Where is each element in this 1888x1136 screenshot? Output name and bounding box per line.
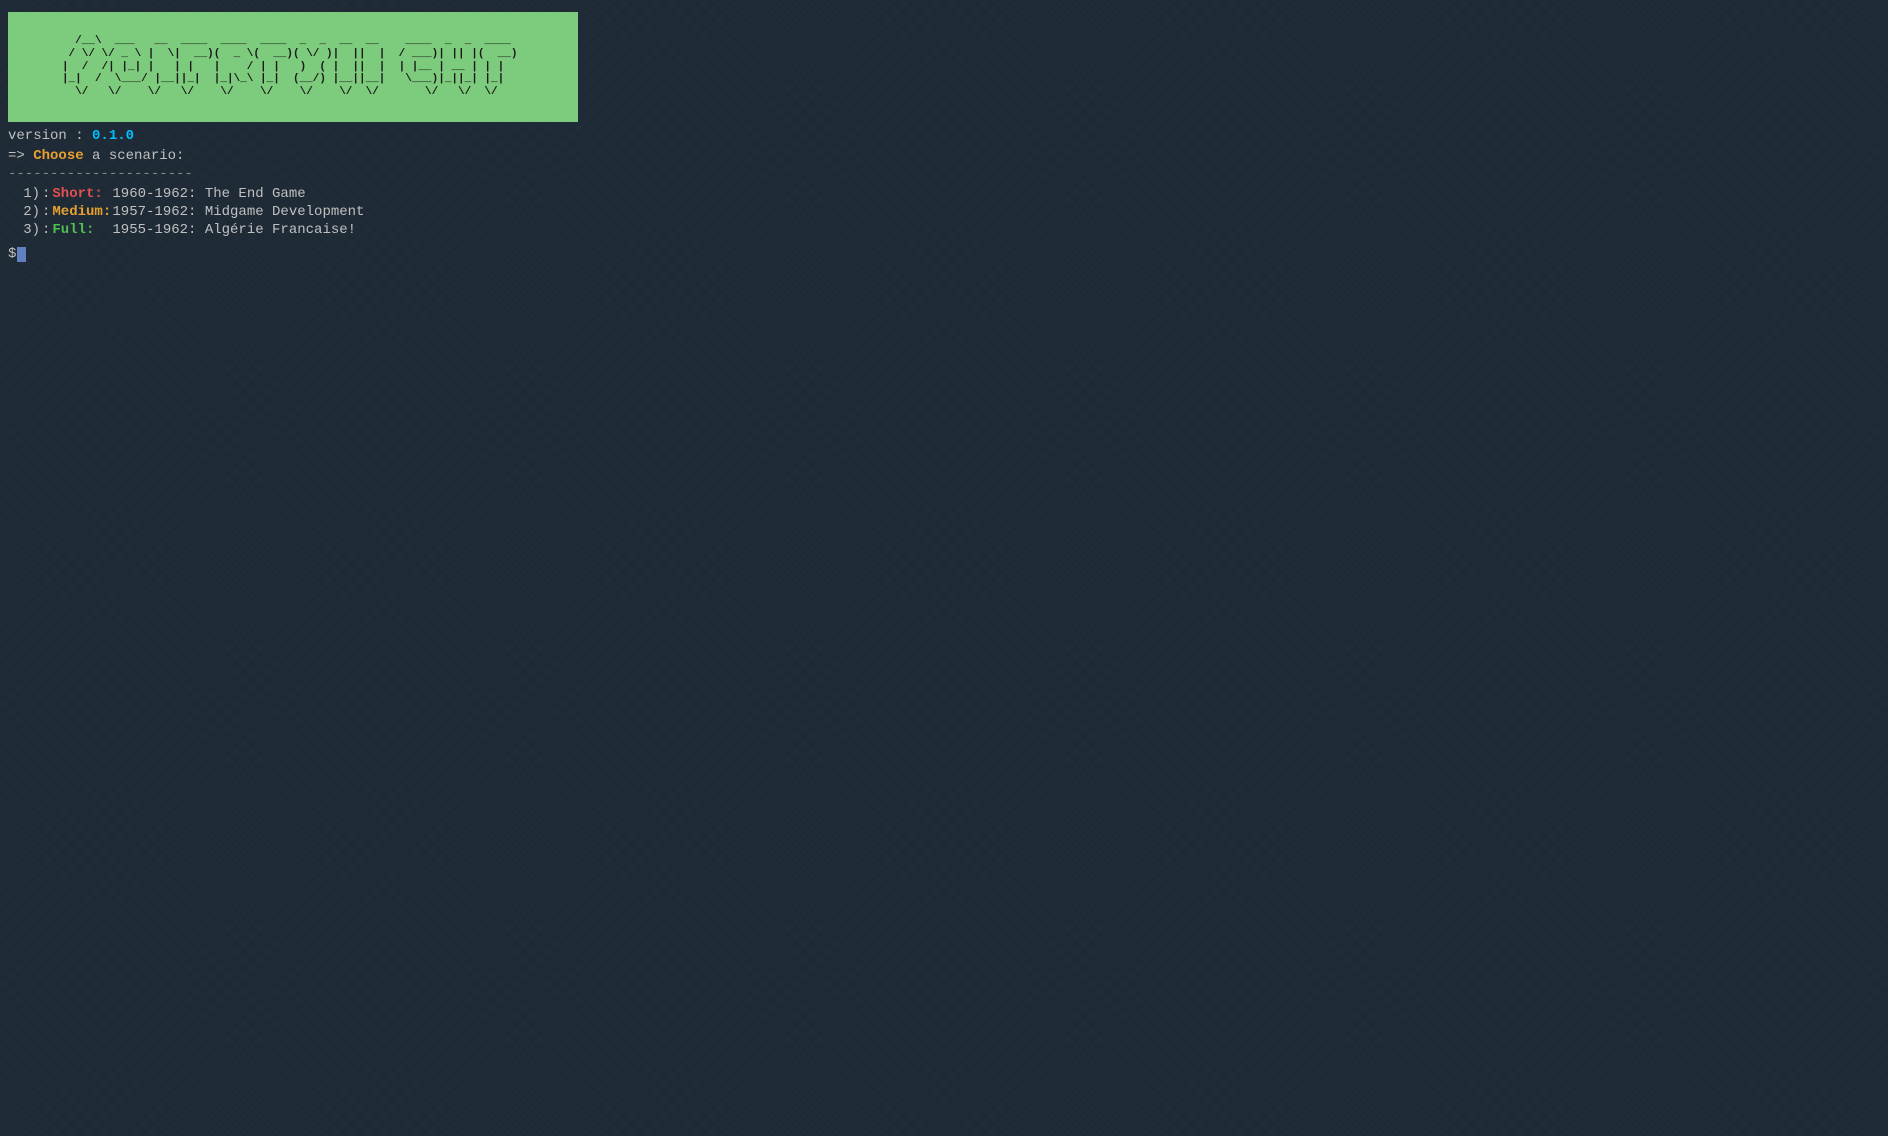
ascii-art-text: /__\ ___ __ ____ ____ ____ _ _ __ __ ___…: [62, 35, 524, 98]
scenario-desc-1: 1960-1962: The End Game: [112, 186, 305, 202]
scenario-item-3[interactable]: 3) : Full: 1955-1962: Algérie Francaise!: [8, 222, 1880, 238]
prompt-section: => Choose a scenario:: [0, 146, 1888, 166]
scenario-number-1: 1): [8, 186, 40, 202]
scenario-number-3: 3): [8, 222, 40, 238]
prompt-arrow: =>: [8, 148, 25, 164]
dollar-sign: $: [8, 246, 16, 262]
prompt-rest: a scenario:: [84, 148, 185, 164]
scenario-item-2[interactable]: 2) : Medium: 1957-1962: Midgame Developm…: [8, 204, 1880, 220]
scenario-colon-2: :: [42, 204, 50, 220]
scenario-number-2: 2): [8, 204, 40, 220]
separator: ----------------------: [0, 166, 1888, 182]
version-line: version : 0.1.0: [0, 126, 1888, 146]
scenario-list: 1) : Short: 1960-1962: The End Game 2) :…: [0, 182, 1888, 242]
command-prompt[interactable]: $: [0, 242, 1888, 266]
scenario-type-2: Medium:: [52, 204, 112, 220]
scenario-item-1[interactable]: 1) : Short: 1960-1962: The End Game: [8, 186, 1880, 202]
scenario-colon-1: :: [42, 186, 50, 202]
version-label: version :: [8, 128, 92, 144]
ascii-banner: /__\ ___ __ ____ ____ ____ _ _ __ __ ___…: [8, 12, 578, 122]
scenario-desc-3: 1955-1962: Algérie Francaise!: [112, 222, 356, 238]
scenario-colon-3: :: [42, 222, 50, 238]
cursor-block: [17, 247, 26, 262]
terminal-window: /__\ ___ __ ____ ____ ____ _ _ __ __ ___…: [0, 0, 1888, 266]
scenario-desc-2: 1957-1962: Midgame Development: [112, 204, 364, 220]
scenario-type-1: Short:: [52, 186, 112, 202]
version-number: 0.1.0: [92, 128, 134, 144]
scenario-type-3: Full:: [52, 222, 112, 238]
prompt-choose: Choose: [33, 148, 83, 164]
